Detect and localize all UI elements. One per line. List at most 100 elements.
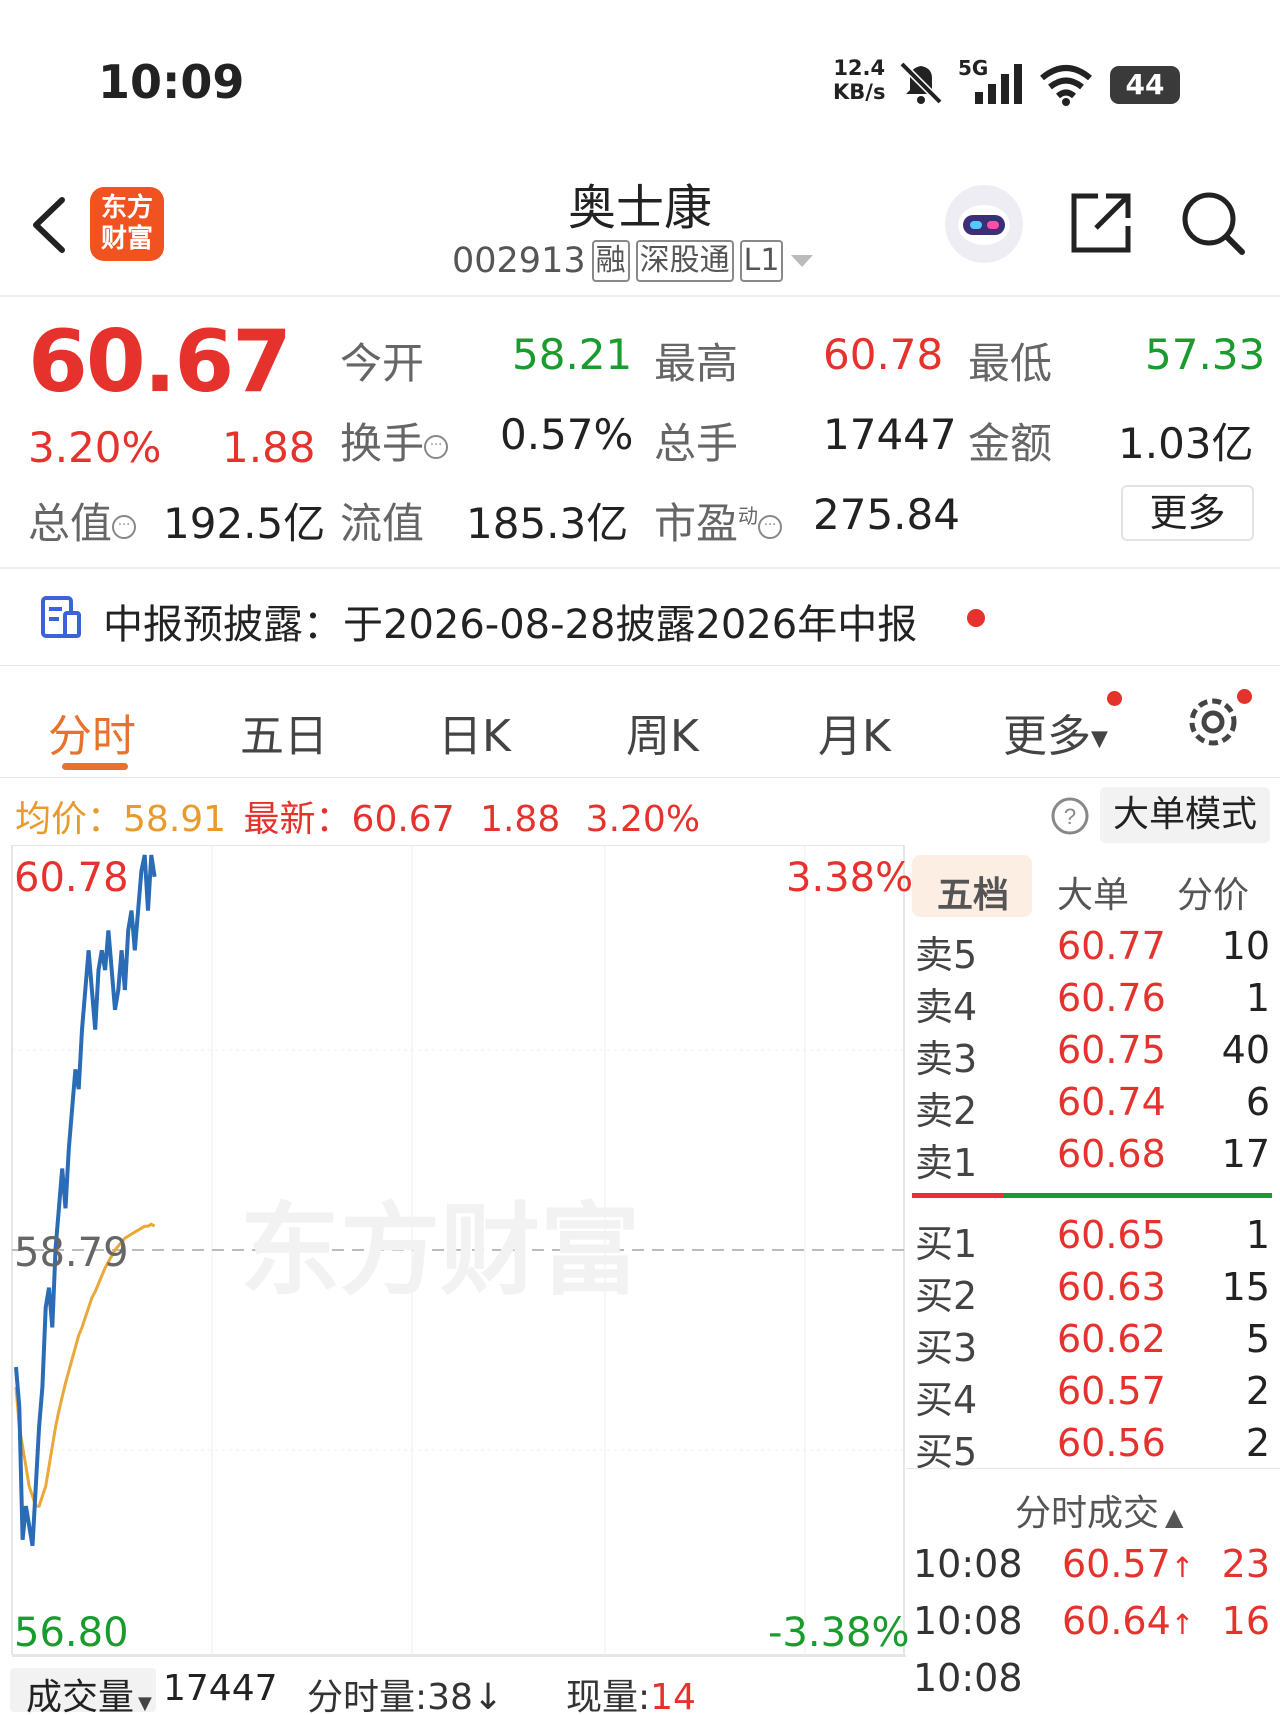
ask-price: 60.75 [1057, 1028, 1166, 1072]
ob-ratio-bar-sell [912, 1193, 1004, 1198]
bid-label: 买2 [915, 1274, 978, 1318]
tab-daily-k[interactable]: 日K [438, 700, 511, 764]
ask-label: 卖2 [915, 1089, 978, 1133]
turnover-info-icon[interactable]: ··· [424, 434, 449, 459]
low-label: 最低 [968, 339, 1053, 388]
robot-icon [958, 205, 1010, 245]
volume-selector-caret-icon: ▼ [138, 1693, 152, 1714]
cellular-signal-icon [975, 64, 1022, 104]
stock-code-row[interactable]: 002913 融 深股通 L1 [452, 240, 815, 282]
mktcap-info-icon[interactable]: ··· [112, 514, 137, 539]
help-icon[interactable]: ? [1050, 796, 1090, 836]
pe-info-icon[interactable]: ··· [758, 514, 783, 539]
ask-volume: 17 [1221, 1132, 1270, 1176]
volume-value: 17447 [823, 410, 957, 459]
volume-selector[interactable]: 成交量 ▼ [10, 1668, 156, 1715]
tab-monthly-k[interactable]: 月K [818, 700, 891, 764]
tab-more-label: 更多 [1003, 711, 1091, 762]
chart-mid-left-label: 58.79 [14, 1230, 129, 1276]
big-order-mode-button[interactable]: 大单模式 [1100, 787, 1270, 843]
svg-text:?: ? [1064, 804, 1076, 829]
pe-label-text: 市盈 [654, 499, 739, 548]
ob-tab-five-level[interactable]: 五档 [937, 866, 1009, 918]
tick-price-value: 60.57 [1062, 1542, 1171, 1586]
current-volume-value: 14 [650, 1677, 696, 1715]
report-icon [41, 596, 81, 638]
bid-price: 60.57 [1057, 1369, 1166, 1413]
bid-price: 60.62 [1057, 1317, 1166, 1361]
chart-top-right-label: 3.38% [786, 855, 914, 901]
ask-price: 60.77 [1057, 924, 1166, 968]
tick-price: 60.64↑ [1062, 1599, 1194, 1643]
ob-tab-price-split[interactable]: 分价 [1177, 866, 1249, 918]
net-speed: 12.4 KB/s [833, 56, 885, 104]
battery-indicator: 44 [1110, 66, 1180, 104]
latest-value: 60.67 [351, 799, 455, 840]
current-price: 60.67 [28, 312, 292, 412]
status-time: 10:09 [98, 55, 245, 109]
chart-watermark: 东方财富 [240, 1195, 640, 1307]
ask-label: 卖3 [915, 1037, 978, 1081]
assistant-avatar[interactable] [945, 185, 1023, 263]
settings-dot [1237, 689, 1252, 704]
chart-bottom-left-label: 56.80 [14, 1610, 129, 1656]
down-arrow-icon: ↓ [472, 1677, 504, 1715]
current-volume-label: 现量: [566, 1677, 651, 1715]
bid-volume: 5 [1245, 1317, 1270, 1361]
latest-change-pct: 3.20% [585, 799, 701, 840]
share-icon[interactable] [1068, 190, 1134, 256]
turnover-value: 0.57% [500, 410, 634, 459]
mute-icon [899, 61, 943, 105]
ticks-title[interactable]: 分时成交 ▲ [1015, 1484, 1183, 1536]
turnover-label: 换手 ··· [340, 410, 449, 471]
tick-price-value: 60.64 [1062, 1599, 1171, 1643]
tab-weekly-k[interactable]: 周K [626, 700, 699, 764]
open-label: 今开 [340, 339, 425, 388]
tag-margin: 融 [591, 240, 630, 282]
bid-volume: 2 [1245, 1369, 1270, 1413]
quote-more-button[interactable]: 更多 [1121, 485, 1254, 541]
notice-text[interactable]: 中报预披露：于2026-08-28披露2026年中报 [103, 592, 917, 650]
mktcap-label: 总值 ··· [28, 490, 137, 551]
tick-volume: 16 [1221, 1599, 1270, 1643]
tab-five-day[interactable]: 五日 [240, 700, 328, 764]
ask-label: 卖4 [915, 985, 978, 1029]
chart-top-left-label: 60.78 [14, 855, 129, 901]
quote-divider [0, 567, 1280, 569]
ask-volume: 6 [1245, 1080, 1270, 1124]
latest-change: 1.88 [480, 799, 561, 840]
ask-label: 卖1 [915, 1141, 978, 1185]
mktcap-label-text: 总值 [28, 499, 113, 548]
tick-volume: 23 [1221, 1542, 1270, 1586]
search-icon[interactable] [1180, 190, 1248, 258]
bid-label: 买3 [915, 1326, 978, 1370]
bid-price: 60.65 [1057, 1213, 1166, 1257]
minute-volume-label: 分时量: [307, 1677, 428, 1715]
current-volume: 现量:14 [566, 1668, 696, 1715]
bid-price: 60.56 [1057, 1421, 1166, 1465]
ob-tab-big-order[interactable]: 大单 [1057, 866, 1129, 918]
settings-gear-icon[interactable] [1184, 693, 1242, 751]
pe-label: 市盈动 ··· [654, 490, 783, 551]
volume-selector-label: 成交量 [26, 1677, 135, 1715]
notice-divider [0, 665, 1280, 666]
change-percent: 3.20% [28, 423, 162, 472]
pe-sup: 动 [738, 504, 759, 528]
tab-more[interactable]: 更多▼ [1003, 700, 1108, 764]
minute-volume-value: 38 [427, 1677, 473, 1715]
notice-unread-dot [967, 609, 985, 627]
latest-label: 最新： [243, 799, 352, 840]
ask-label: 卖5 [915, 933, 978, 977]
intraday-chart[interactable]: 东方财富 [0, 845, 906, 1655]
tab-more-dot [1107, 691, 1122, 706]
high-value: 60.78 [823, 330, 944, 379]
ask-volume: 10 [1221, 924, 1270, 968]
wifi-icon [1040, 65, 1092, 106]
volume-label: 总手 [654, 419, 739, 468]
ask-volume: 1 [1245, 976, 1270, 1020]
tab-intraday[interactable]: 分时 [48, 700, 136, 764]
chart-bottom-right-label: -3.38% [768, 1610, 910, 1656]
stock-code: 002913 [452, 241, 586, 281]
open-value: 58.21 [512, 330, 633, 379]
change-amount: 1.88 [222, 423, 316, 472]
